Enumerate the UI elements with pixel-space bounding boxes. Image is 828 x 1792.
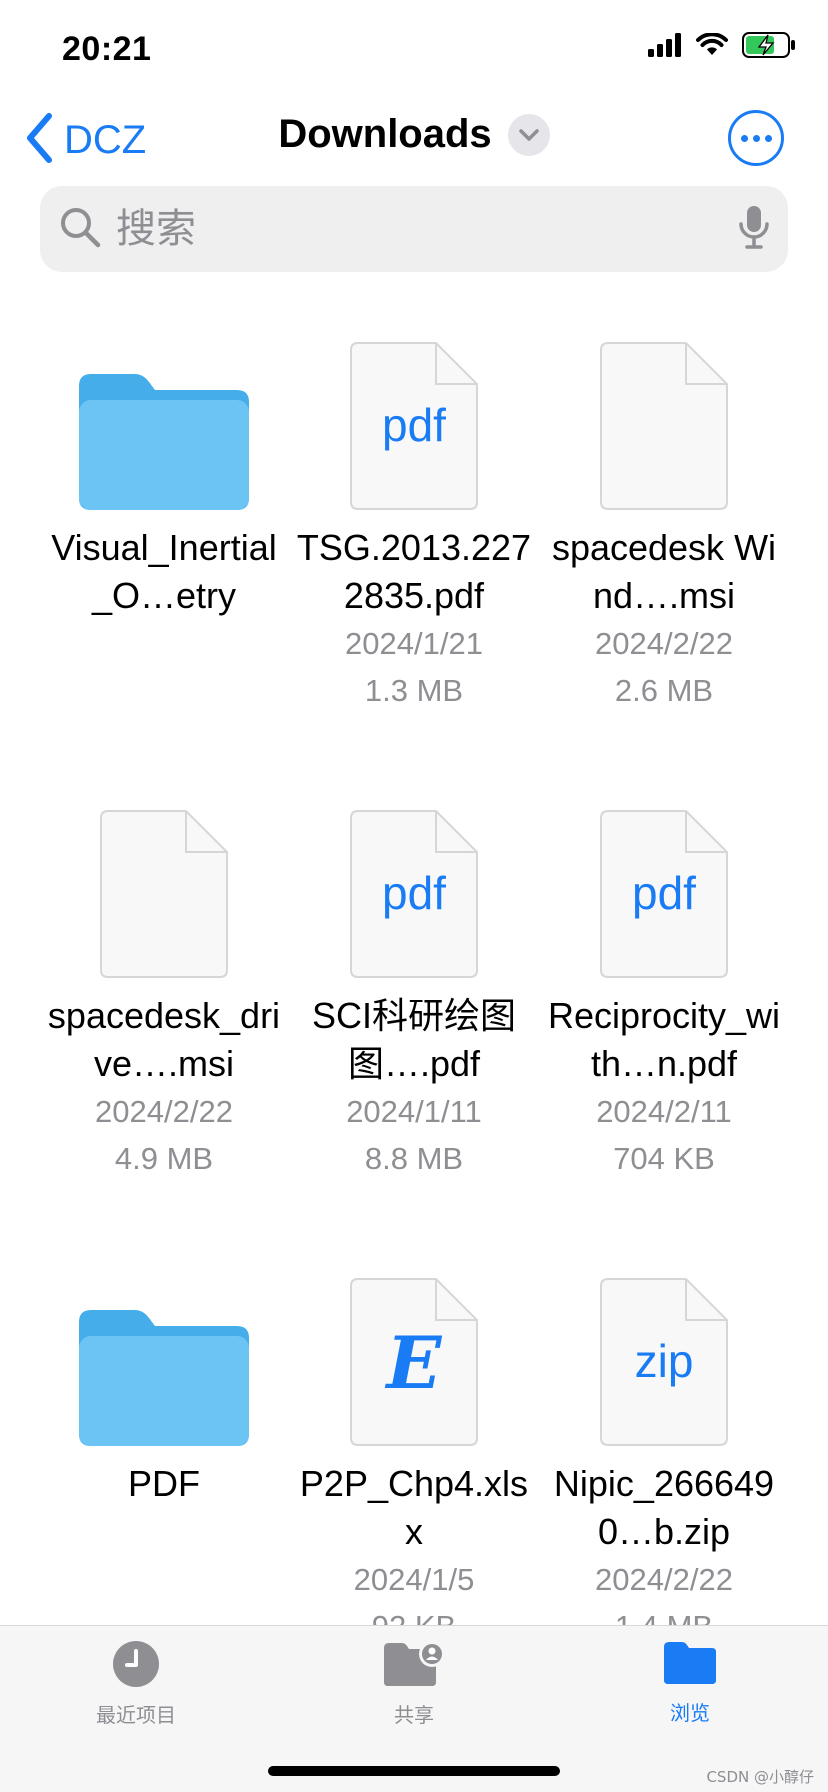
- clock-icon: [113, 1641, 159, 1687]
- folder-item[interactable]: Visual_Inertial_O…etry: [44, 330, 284, 620]
- file-size: 1.3 MB: [364, 673, 464, 708]
- tab-recents[interactable]: 最近项目: [46, 1640, 226, 1728]
- file-thumbnail: E: [294, 1266, 534, 1446]
- more-dot: [740, 134, 748, 142]
- folder-thumbnail: [44, 1266, 284, 1446]
- file-name: P2P_Chp4.xlsx: [299, 1463, 529, 1552]
- search-input[interactable]: [116, 206, 738, 252]
- file-item[interactable]: pdf SCI科研绘图图….pdf 2024/1/11 8.8 MB: [294, 798, 534, 1182]
- file-size: 704 KB: [613, 1141, 715, 1176]
- file-name: spacedesk_drive….msi: [47, 995, 281, 1084]
- watermark: CSDN @小醇仔: [706, 1768, 814, 1786]
- title-menu-button[interactable]: [507, 113, 550, 156]
- navigation-bar: DCZ Downloads: [0, 100, 828, 180]
- folder-icon: [79, 374, 249, 510]
- cellular-signal-icon: [648, 33, 682, 62]
- tab-label: 浏览: [670, 1701, 710, 1725]
- file-size: 2.6 MB: [614, 673, 714, 708]
- file-item[interactable]: spacedesk_drive….msi 2024/2/22 4.9 MB: [44, 798, 284, 1182]
- file-date: 2024/1/11: [346, 1094, 482, 1129]
- tab-browse[interactable]: 浏览: [600, 1640, 780, 1726]
- file-name: PDF: [128, 1463, 200, 1504]
- tab-label: 共享: [394, 1703, 434, 1727]
- file-thumbnail: pdf: [544, 798, 784, 978]
- file-date: 2024/2/22: [595, 1562, 733, 1597]
- more-options-button[interactable]: [728, 110, 784, 166]
- more-dot: [764, 134, 772, 142]
- file-date: 2024/2/11: [596, 1094, 732, 1129]
- status-time: 20:21: [62, 30, 152, 68]
- file-name: spacedesk Wind….msi: [551, 527, 777, 616]
- file-name: TSG.2013.2272835.pdf: [296, 527, 532, 616]
- microphone-icon[interactable]: [738, 204, 770, 255]
- folder-thumbnail: [44, 330, 284, 510]
- document-icon: E: [350, 1278, 478, 1446]
- title-group: Downloads: [0, 112, 828, 157]
- file-type-label: pdf: [632, 867, 696, 919]
- wifi-icon: [696, 32, 728, 62]
- search-icon: [58, 205, 102, 254]
- file-date: 2024/2/22: [595, 626, 733, 661]
- file-name: Visual_Inertial_O…etry: [51, 527, 277, 616]
- file-type-label: pdf: [382, 867, 446, 919]
- search-bar[interactable]: [40, 186, 788, 272]
- file-name: SCI科研绘图图….pdf: [311, 995, 516, 1084]
- document-icon: pdf: [600, 810, 728, 978]
- folder-icon: [79, 1310, 249, 1446]
- file-name: Reciprocity_with…n.pdf: [547, 995, 781, 1084]
- shared-folder-icon: [384, 1641, 445, 1686]
- folder-icon: [664, 1642, 716, 1684]
- status-bar: 20:21: [0, 0, 828, 100]
- file-date: 2024/1/5: [353, 1562, 475, 1597]
- document-icon: [600, 342, 728, 510]
- file-thumbnail: pdf: [294, 330, 534, 510]
- file-thumbnail: [544, 330, 784, 510]
- file-item[interactable]: zip Nipic_2666490…b.zip 2024/2/22 1.4 MB: [544, 1266, 784, 1650]
- file-size: 4.9 MB: [114, 1141, 214, 1176]
- status-icons: [648, 32, 796, 63]
- spreadsheet-type-icon: E: [386, 1320, 442, 1405]
- file-item[interactable]: E P2P_Chp4.xlsx 2024/1/5 92 KB: [294, 1266, 534, 1650]
- file-size: 8.8 MB: [364, 1141, 464, 1176]
- file-date: 2024/1/21: [345, 626, 483, 661]
- file-type-label: zip: [634, 1335, 694, 1387]
- document-icon: [100, 810, 228, 978]
- file-thumbnail: [44, 798, 284, 978]
- home-indicator[interactable]: [268, 1766, 560, 1776]
- folder-item[interactable]: PDF: [44, 1266, 284, 1508]
- file-item[interactable]: pdf Reciprocity_with…n.pdf 2024/2/11 704…: [544, 798, 784, 1182]
- document-icon: zip: [600, 1278, 728, 1446]
- page-title: Downloads: [278, 112, 492, 156]
- file-thumbnail: pdf: [294, 798, 534, 978]
- file-date: 2024/2/22: [95, 1094, 233, 1129]
- document-icon: pdf: [350, 342, 478, 510]
- more-dot: [752, 134, 760, 142]
- tab-shared[interactable]: 共享: [324, 1640, 504, 1728]
- document-icon: pdf: [350, 810, 478, 978]
- file-item[interactable]: pdf TSG.2013.2272835.pdf 2024/1/21 1.3 M…: [294, 330, 534, 714]
- chevron-down-icon: [518, 128, 539, 141]
- battery-charging-icon: [742, 32, 796, 63]
- file-type-label: pdf: [382, 399, 446, 451]
- file-item[interactable]: spacedesk Wind….msi 2024/2/22 2.6 MB: [544, 330, 784, 714]
- tab-label: 最近项目: [96, 1703, 176, 1727]
- file-thumbnail: zip: [544, 1266, 784, 1446]
- file-name: Nipic_2666490…b.zip: [553, 1463, 775, 1552]
